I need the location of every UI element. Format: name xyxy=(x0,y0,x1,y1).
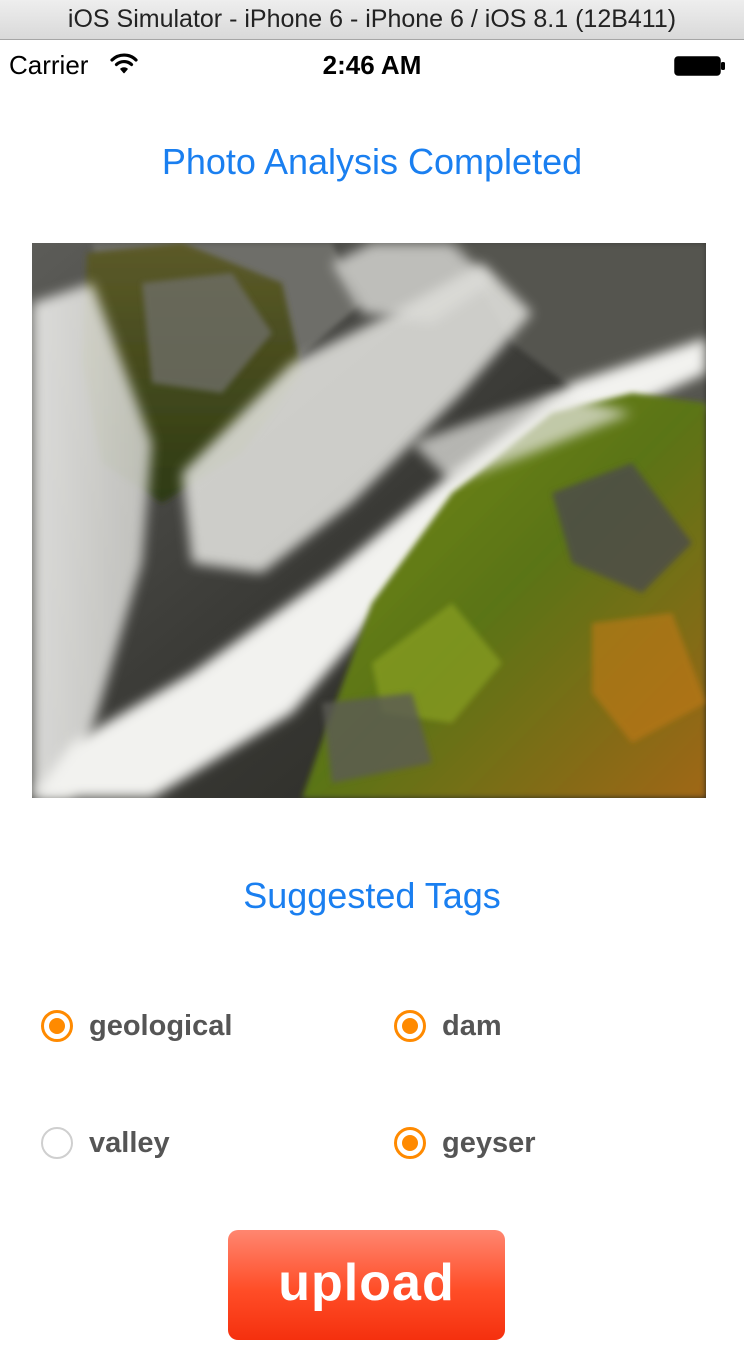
battery-icon xyxy=(674,56,725,76)
tag-label: geological xyxy=(89,1009,233,1042)
tag-label: valley xyxy=(89,1126,170,1159)
status-time: 2:46 AM xyxy=(322,50,422,80)
tag-label: dam xyxy=(442,1009,502,1042)
tag-option-dam[interactable]: dam xyxy=(394,1004,502,1048)
tag-label: geyser xyxy=(442,1126,536,1159)
simulator-window-title: iOS Simulator - iPhone 6 - iPhone 6 / iO… xyxy=(67,5,677,33)
tag-option-geological[interactable]: geological xyxy=(41,1004,232,1048)
page-title: Photo Analysis Completed xyxy=(161,141,583,182)
waterfall-image xyxy=(32,243,706,798)
tag-option-valley[interactable]: valley xyxy=(41,1121,170,1165)
radio-selected-icon[interactable] xyxy=(394,1010,426,1042)
analyzed-photo xyxy=(32,243,706,798)
status-bar: Carrier 2:46 AM xyxy=(0,40,744,92)
tag-option-geyser[interactable]: geyser xyxy=(394,1121,536,1165)
simulator-title-bar: iOS Simulator - iPhone 6 - iPhone 6 / iO… xyxy=(0,0,744,40)
radio-selected-icon[interactable] xyxy=(394,1127,426,1159)
suggested-tags-title: Suggested Tags xyxy=(243,875,501,916)
radio-unselected-icon[interactable] xyxy=(41,1127,73,1159)
radio-selected-icon[interactable] xyxy=(41,1010,73,1042)
upload-button[interactable]: upload xyxy=(228,1230,505,1340)
